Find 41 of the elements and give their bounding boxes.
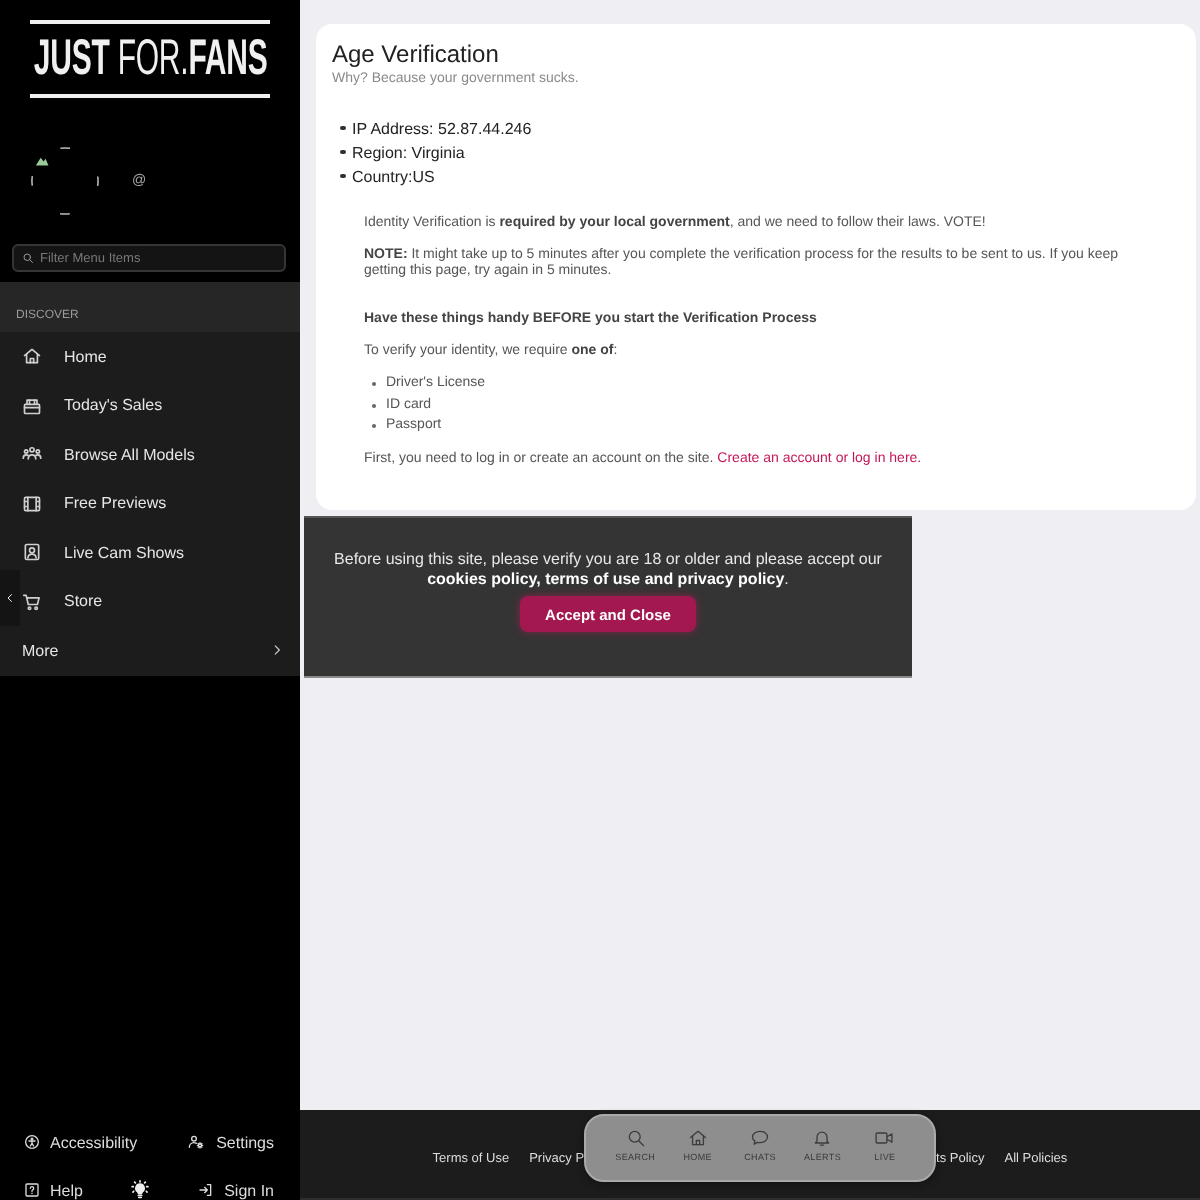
detail-item: Region: Virginia [352, 143, 465, 161]
sidebar-link[interactable]: Settings [186, 1132, 274, 1152]
bullet-icon [340, 173, 345, 179]
search-icon [625, 1128, 646, 1148]
theme-toggle-button[interactable] [130, 1180, 151, 1200]
menu-item[interactable]: More [20, 626, 300, 675]
bell-icon [812, 1128, 833, 1148]
avatar-icon[interactable] [30, 146, 100, 216]
people-icon [22, 444, 42, 465]
user-gear-icon [186, 1134, 207, 1150]
menu-item[interactable]: Store [20, 577, 300, 626]
page-title: Age Verification [332, 40, 501, 68]
bullet-icon [340, 125, 345, 131]
sidebar-link[interactable]: Help [24, 1180, 83, 1200]
menu-item[interactable]: Home [20, 332, 300, 381]
menu-item[interactable]: Browse All Models [20, 430, 300, 479]
sidebar-link[interactable]: Sign In [198, 1180, 274, 1200]
chevron-left-icon [4, 590, 16, 606]
gift-icon [22, 395, 42, 416]
cart-icon [22, 591, 42, 612]
film-icon [22, 493, 42, 514]
home-icon [22, 346, 42, 367]
sidebar-link[interactable]: Accessibility [24, 1132, 138, 1152]
help-icon [24, 1182, 40, 1198]
logo[interactable]: JUST FOR.FANS [30, 20, 270, 98]
chat-bubble-icon [750, 1128, 771, 1148]
portrait-icon [22, 542, 42, 563]
menu-item[interactable]: Live Cam Shows [20, 528, 300, 577]
search-icon [22, 252, 34, 264]
detail-item: Country:US [352, 167, 435, 185]
lightbulb-icon [130, 1180, 151, 1200]
video-camera-icon [874, 1128, 895, 1148]
chevron-right-icon [270, 642, 284, 659]
bullet-icon [340, 149, 345, 155]
detail-item: IP Address: 52.87.44.246 [352, 119, 532, 137]
sign-in-icon [198, 1182, 215, 1198]
menu-item[interactable]: Free Previews [20, 479, 300, 528]
home-icon [687, 1128, 708, 1148]
menu-item[interactable]: Today's Sales [20, 381, 300, 430]
accessibility-icon [24, 1134, 40, 1150]
cookie-notice-text: Before using this site, please verify you are 18 or older and please accept our cookies policy, terms of use and privacy policy. [332, 550, 884, 590]
